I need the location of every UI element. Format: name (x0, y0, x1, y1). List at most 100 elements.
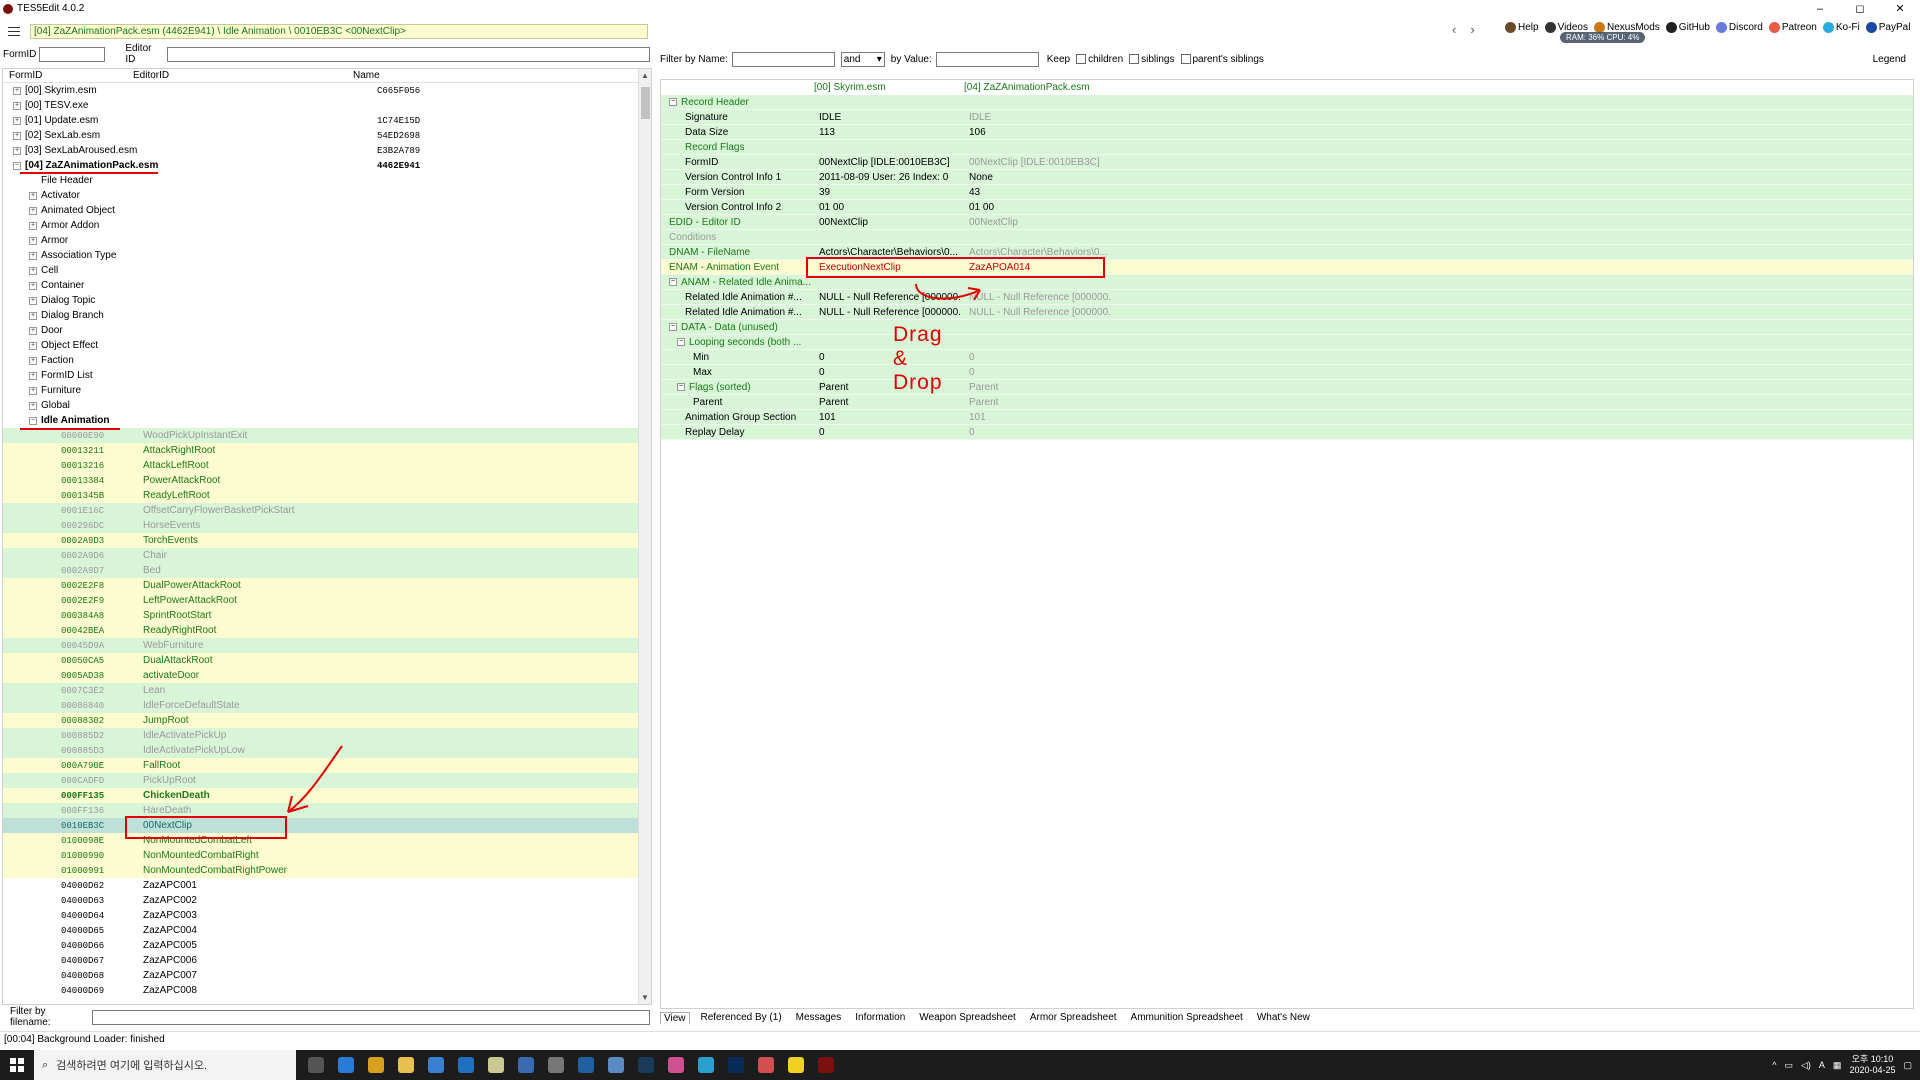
group-row[interactable]: + Faction (3, 353, 651, 368)
record-field-row[interactable]: Version Control Info 1 2011-08-09 User: 2… (661, 170, 1913, 185)
app-icon-2[interactable] (518, 1057, 534, 1073)
collapse-icon[interactable]: − (29, 416, 37, 425)
record-row[interactable]: 01000990 NonMountedCombatRight (3, 848, 651, 863)
siblings-checkbox[interactable] (1129, 54, 1140, 64)
expand-icon[interactable]: + (29, 221, 37, 230)
column-formid[interactable]: FormID (3, 70, 133, 81)
record-field-row[interactable]: EDID - Editor ID 00NextClip 00NextClip (661, 215, 1913, 230)
minimize-button[interactable]: – (1800, 0, 1840, 17)
record-row[interactable]: 000885D3 IdleActivatePickUpLow (3, 743, 651, 758)
record-row[interactable]: 0002A9D6 Chair (3, 548, 651, 563)
tab-what-s-new[interactable]: What's New (1254, 1012, 1313, 1023)
group-row[interactable]: + Cell (3, 263, 651, 278)
filter-filename-input[interactable] (92, 1009, 650, 1025)
record-row[interactable]: 00050CA5 DualAttackRoot (3, 653, 651, 668)
expand-icon[interactable]: + (29, 266, 37, 275)
app-icon-4[interactable] (578, 1057, 594, 1073)
record-field-row[interactable]: − ANAM - Related Idle Anima... (661, 275, 1913, 290)
plugin-row[interactable]: + [02] SexLab.esm 54ED2698 (3, 128, 651, 143)
group-row[interactable]: + Animated Object (3, 203, 651, 218)
record-row[interactable]: 000FF136 HareDeath (3, 803, 651, 818)
expand-icon[interactable]: + (13, 116, 21, 125)
tab-information[interactable]: Information (852, 1012, 908, 1023)
column-skyrim[interactable]: [00] Skyrim.esm (814, 82, 964, 93)
column-name[interactable]: Name (353, 70, 380, 81)
collapse-icon[interactable]: − (677, 383, 685, 391)
record-row[interactable]: 00042BEA ReadyRightRoot (3, 623, 651, 638)
tab-referenced-by-1-[interactable]: Referenced By (1) (698, 1012, 785, 1023)
link-paypal[interactable]: PayPal (1865, 22, 1910, 33)
record-row[interactable]: 04000D65 ZazAPC004 (3, 923, 651, 938)
app-icon-7[interactable] (758, 1057, 774, 1073)
legend-button[interactable]: Legend (1873, 54, 1906, 65)
group-row[interactable]: + Association Type (3, 248, 651, 263)
record-field-row[interactable]: Signature IDLE IDLE (661, 110, 1913, 125)
app-icon-5[interactable] (608, 1057, 624, 1073)
record-field-row[interactable]: FormID 00NextClip [IDLE:0010EB3C] 00NextCl… (661, 155, 1913, 170)
record-field-row[interactable]: Related Idle Animation #... NULL - Null R… (661, 290, 1913, 305)
app-icon-3[interactable] (548, 1057, 564, 1073)
record-row[interactable]: 04000D67 ZazAPC006 (3, 953, 651, 968)
group-row[interactable]: + Armor Addon (3, 218, 651, 233)
collapse-icon[interactable]: − (13, 161, 21, 170)
scroll-thumb[interactable] (641, 87, 650, 119)
expand-icon[interactable]: + (29, 296, 37, 305)
group-row[interactable]: + Dialog Branch (3, 308, 651, 323)
ime-indicator[interactable]: A (1819, 1060, 1825, 1070)
record-field-row[interactable]: Replay Delay 0 0 (661, 425, 1913, 440)
notification-icon[interactable]: ▢ (1903, 1060, 1912, 1071)
group-row[interactable]: + Activator (3, 188, 651, 203)
plugin-row[interactable]: + [01] Update.esm 1C74E15D (3, 113, 651, 128)
record-row[interactable]: 0001E16C OffsetCarryFlowerBasketPickStart (3, 503, 651, 518)
record-row[interactable]: 04000D63 ZazAPC002 (3, 893, 651, 908)
group-row[interactable]: + Container (3, 278, 651, 293)
keyboard-icon[interactable]: ▦ (1833, 1060, 1842, 1071)
store-icon[interactable] (428, 1057, 444, 1073)
expand-icon[interactable]: + (29, 371, 37, 380)
app-icon-6[interactable] (698, 1057, 714, 1073)
expand-icon[interactable]: + (29, 191, 37, 200)
record-row[interactable]: 04000D66 ZazAPC005 (3, 938, 651, 953)
record-field-row[interactable]: Related Idle Animation #... NULL - Null R… (661, 305, 1913, 320)
record-row[interactable]: 000A790E FallRoot (3, 758, 651, 773)
mail-icon[interactable] (458, 1057, 474, 1073)
expand-icon[interactable]: + (29, 341, 37, 350)
network-icon[interactable]: ▭ (1784, 1060, 1793, 1071)
group-row[interactable]: + Armor (3, 233, 651, 248)
group-row[interactable]: File Header (3, 173, 651, 188)
chrome-icon[interactable] (368, 1057, 384, 1073)
expand-icon[interactable]: + (29, 401, 37, 410)
record-row[interactable]: 00045D9A WebFurniture (3, 638, 651, 653)
navigation-tree[interactable]: FormID EditorID Name + [00] Skyrim.esm C66… (2, 68, 652, 1005)
parents-siblings-checkbox[interactable] (1180, 54, 1191, 64)
app-icon-1[interactable] (488, 1057, 504, 1073)
expand-icon[interactable]: + (13, 146, 21, 155)
record-row[interactable]: 04000D69 ZazAPC008 (3, 983, 651, 998)
tray-chevron-icon[interactable]: ^ (1772, 1060, 1776, 1070)
tes5edit-icon[interactable] (818, 1057, 834, 1073)
record-row[interactable]: 01000991 NonMountedCombatRightPower (3, 863, 651, 878)
record-field-row[interactable]: − Record Header (661, 95, 1913, 110)
plugin-row[interactable]: − [04] ZaZAnimationPack.esm 4462E941 (3, 158, 651, 173)
record-field-row[interactable]: ENAM - Animation Event ExecutionNextClip Z… (661, 260, 1913, 275)
task-view-icon[interactable] (308, 1057, 324, 1073)
record-field-row[interactable]: DNAM - FileName Actors\Character\Behavior… (661, 245, 1913, 260)
record-field-row[interactable]: Record Flags (661, 140, 1913, 155)
record-row[interactable]: 04000D68 ZazAPC007 (3, 968, 651, 983)
record-row[interactable]: 000296DC HorseEvents (3, 518, 651, 533)
record-row[interactable]: 000CADFD PickUpRoot (3, 773, 651, 788)
editorid-input[interactable] (166, 46, 650, 62)
record-row[interactable]: 000384A8 SprintRootStart (3, 608, 651, 623)
expand-icon[interactable]: + (29, 356, 37, 365)
link-patreon[interactable]: Patreon (1768, 22, 1817, 33)
clock[interactable]: 오후 10:10 2020-04-25 (1849, 1054, 1895, 1076)
record-row[interactable]: 04000D62 ZazAPC001 (3, 878, 651, 893)
filter-name-input[interactable] (731, 51, 835, 67)
record-row[interactable]: 0007C3E2 Lean (3, 683, 651, 698)
expand-icon[interactable]: + (13, 131, 21, 140)
group-row[interactable]: + Global (3, 398, 651, 413)
tab-view[interactable]: View (660, 1011, 690, 1024)
link-help[interactable]: Help (1505, 22, 1539, 33)
record-row[interactable]: 0005AD38 activateDoor (3, 668, 651, 683)
record-row[interactable]: 00088302 JumpRoot (3, 713, 651, 728)
